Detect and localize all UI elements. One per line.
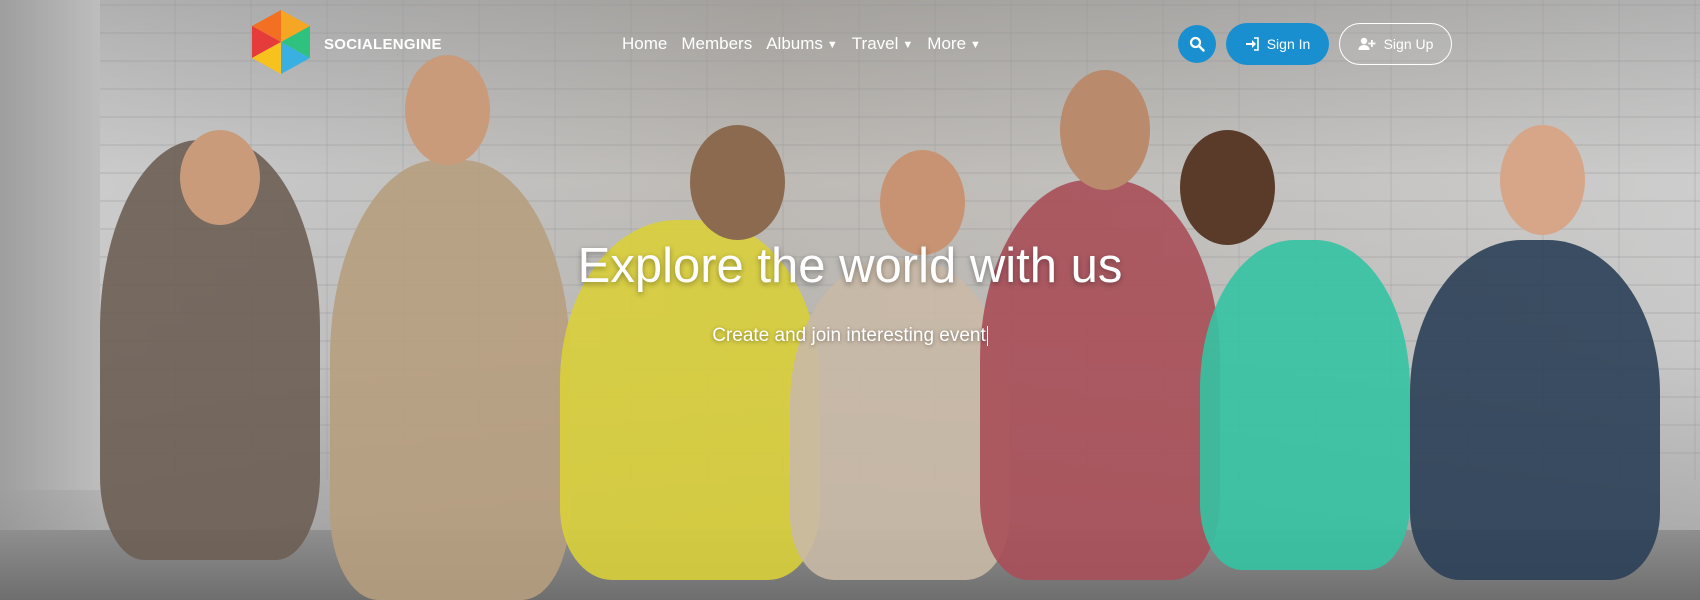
nav-travel-label: Travel: [851, 34, 899, 53]
person-6-head: [1180, 130, 1275, 245]
sign-in-button[interactable]: Sign In: [1226, 23, 1329, 65]
header-actions: Sign In Sign Up: [1178, 23, 1452, 65]
nav-travel[interactable]: Travel ▼: [852, 34, 914, 54]
sign-up-label: Sign Up: [1383, 36, 1434, 52]
logo-mark-icon: [252, 10, 310, 74]
nav-albums-label: Albums: [766, 34, 823, 53]
sign-in-label: Sign In: [1266, 36, 1311, 52]
nav-home-label: Home: [622, 34, 668, 53]
person-7-head: [1500, 125, 1585, 235]
person-2: [330, 160, 570, 600]
person-3-head: [690, 125, 785, 240]
brand-name: SOCIALENGINE: [324, 35, 442, 53]
nav-home[interactable]: Home: [622, 34, 667, 54]
nav-albums[interactable]: Albums ▼: [766, 34, 838, 54]
hero-title: Explore the world with us: [577, 239, 1123, 293]
chevron-down-icon: ▼: [826, 39, 838, 51]
main-nav: Home Members Albums ▼ Travel ▼ More ▼: [622, 34, 981, 54]
nav-more[interactable]: More ▼: [927, 34, 981, 54]
brand-logo[interactable]: SOCIALENGINE: [250, 10, 442, 78]
nav-members[interactable]: Members: [681, 34, 752, 54]
hero-background: [0, 0, 1700, 600]
chevron-down-icon: ▼: [970, 39, 981, 51]
chevron-down-icon: ▼: [902, 39, 914, 51]
site-header: SOCIALENGINE Home Members Albums ▼ Travel…: [0, 0, 1700, 90]
sign-in-icon: [1245, 37, 1259, 51]
search-button[interactable]: [1178, 25, 1216, 63]
hero-subtitle: Create and join interesting event: [0, 325, 1700, 347]
hero-subtitle-text: Create and join interesting event: [712, 325, 986, 346]
text-cursor: [986, 325, 988, 346]
add-user-icon: [1358, 37, 1375, 50]
search-icon: [1189, 36, 1205, 52]
nav-more-label: More: [927, 34, 967, 53]
person-4: [790, 260, 1010, 580]
person-1-head: [180, 130, 260, 225]
sign-up-button[interactable]: Sign Up: [1339, 23, 1452, 65]
nav-members-label: Members: [681, 34, 753, 53]
